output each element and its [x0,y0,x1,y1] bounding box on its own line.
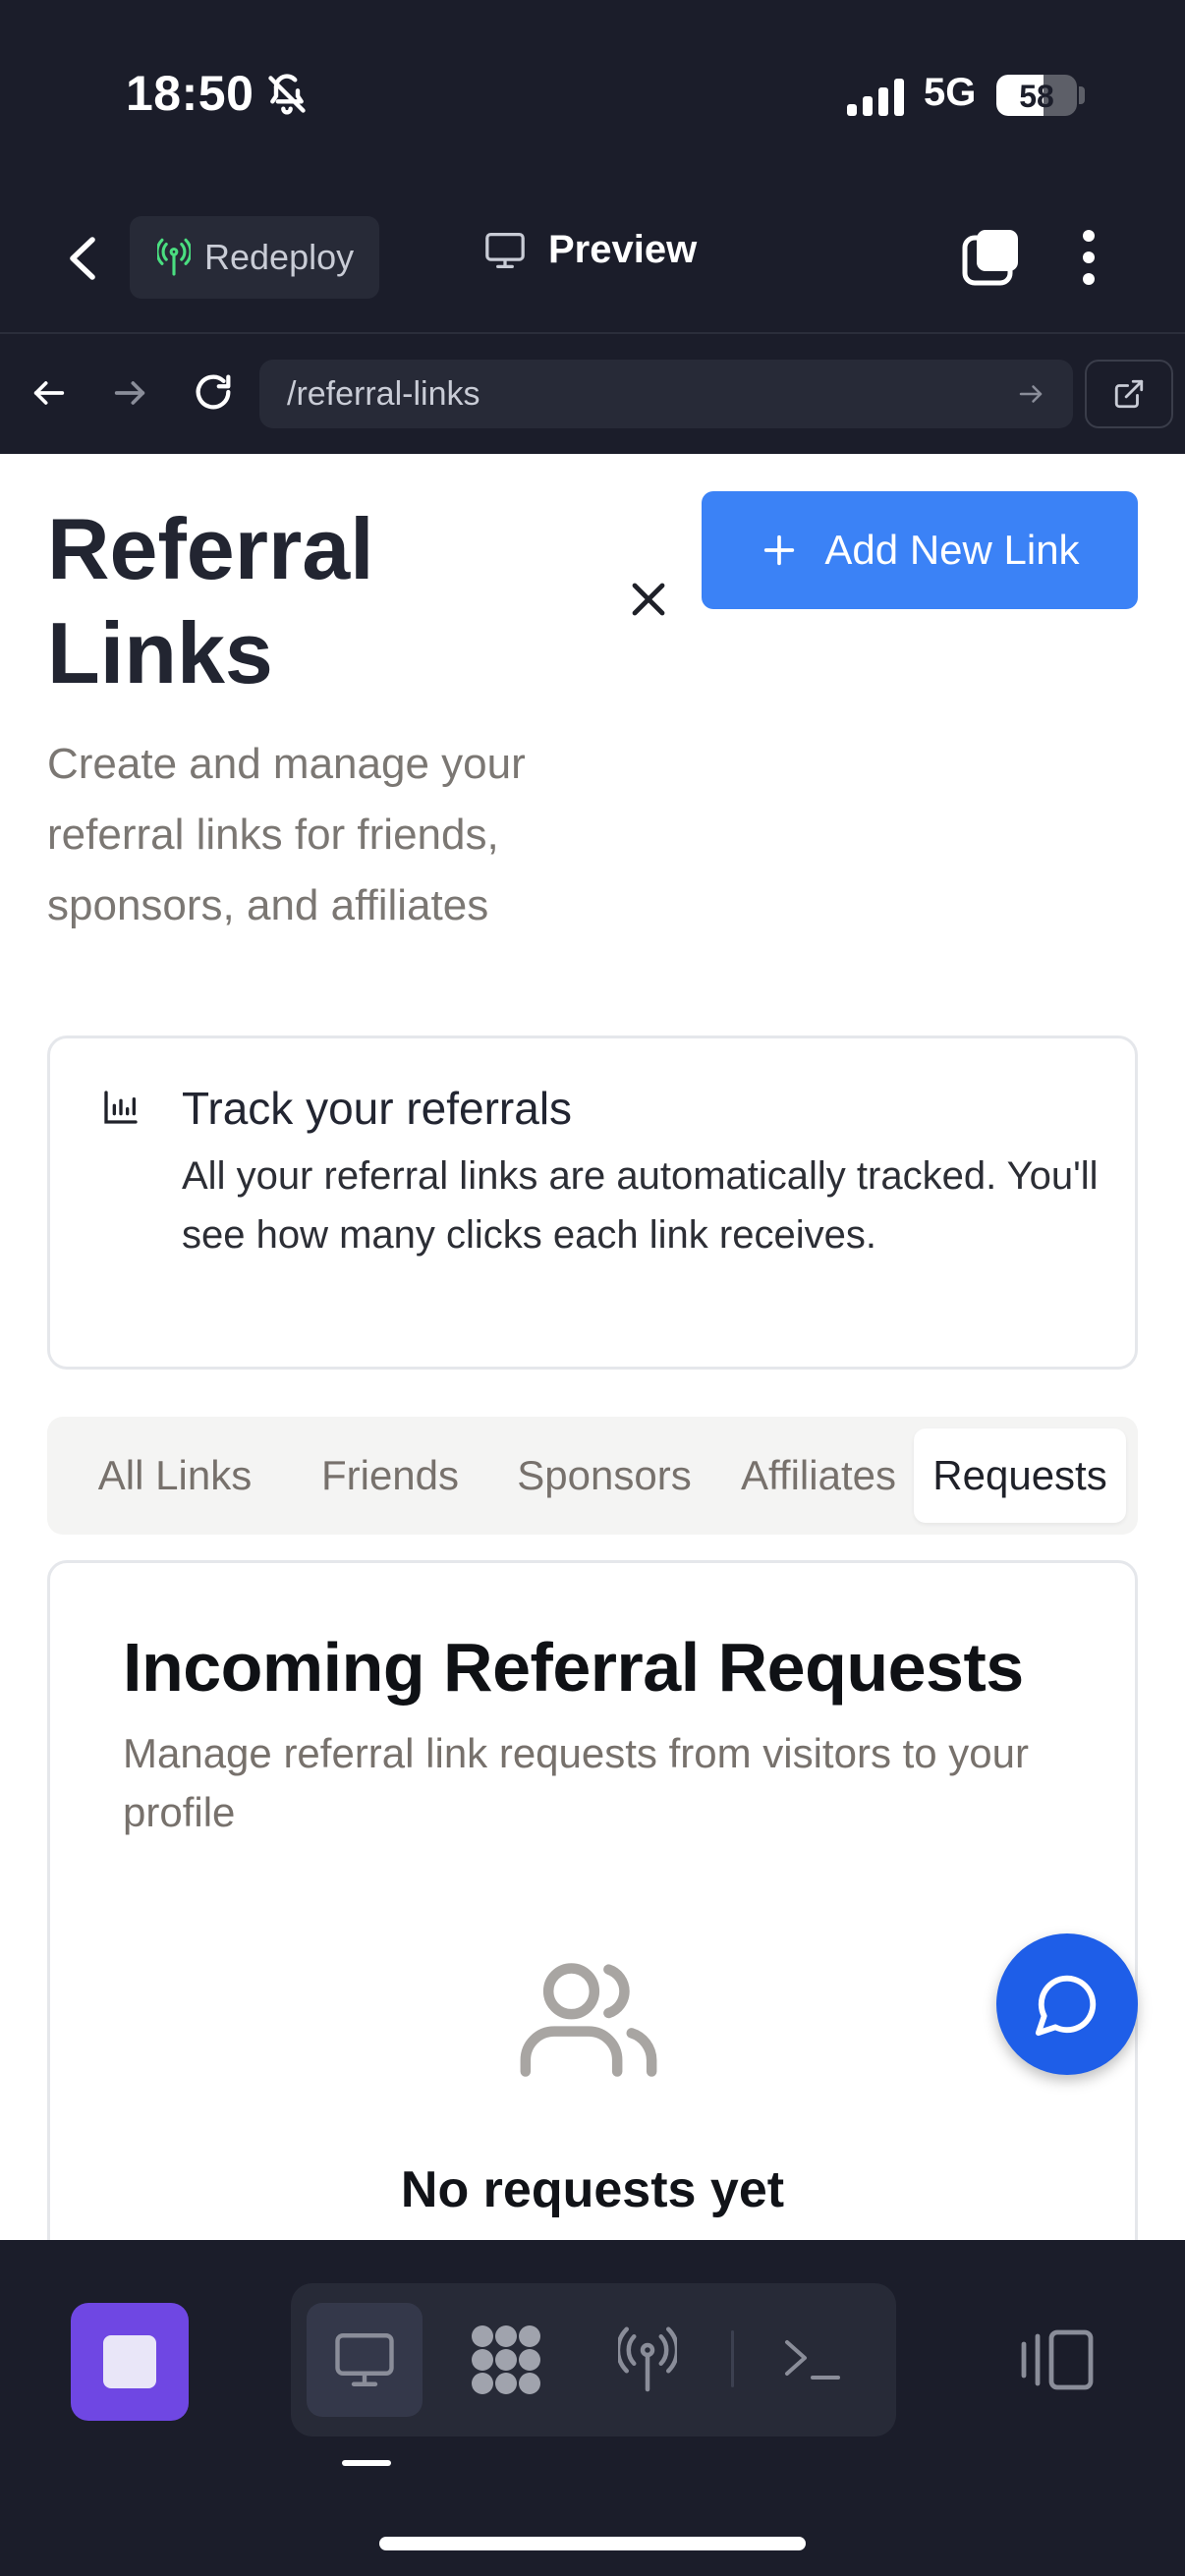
active-tool-indicator [342,2460,391,2466]
monitor-icon [332,2329,397,2390]
page-subtitle: Create and manage your referral links fo… [47,740,526,929]
deploy-tool-button[interactable] [590,2303,705,2417]
page-title: Referral Links [47,500,374,701]
preview-tool-button[interactable] [307,2303,423,2417]
tabs-icon[interactable] [961,228,1022,287]
reload-icon[interactable] [191,369,236,415]
chevron-left-icon[interactable] [63,234,102,283]
track-description: All your referral links are automaticall… [182,1154,1099,1257]
users-icon [520,1956,657,2084]
url-input[interactable]: /referral-links [259,360,1073,428]
network-nodes-icon [467,2323,545,2397]
terminal-icon [781,2333,844,2386]
add-new-link-label: Add New Link [824,527,1080,573]
track-referrals-card: Track your referrals All your referral l… [47,1036,1138,1370]
antenna-icon [618,2324,677,2396]
monitor-icon [483,231,527,270]
external-link-icon [1112,377,1146,411]
battery-nub [1079,86,1085,104]
close-icon[interactable] [625,576,672,623]
antenna-icon [157,238,191,277]
tab-all-links[interactable]: All Links [47,1417,303,1535]
tab-requests[interactable]: Requests [914,1428,1126,1523]
tab-affiliates[interactable]: Affiliates [725,1417,912,1535]
track-title: Track your referrals [182,1083,573,1134]
console-tool-button[interactable] [755,2303,871,2417]
link-category-tabs: All Links Friends Sponsors Affiliates Re… [47,1417,1138,1535]
network-type: 5G [924,71,977,114]
preview-label: Preview [548,228,698,271]
bell-slash-icon [265,73,309,116]
status-time: 18:50 [126,66,254,121]
bar-chart-icon [101,1088,141,1127]
redeploy-label: Redeploy [204,237,355,277]
split-view-icon[interactable] [1016,2328,1095,2391]
arrow-left-icon[interactable] [29,373,69,413]
battery-indicator: 58 [996,75,1077,116]
tab-sponsors[interactable]: Sponsors [501,1417,707,1535]
chat-button[interactable] [996,1933,1138,2075]
tab-friends[interactable]: Friends [297,1417,483,1535]
battery-level: 58 [1019,79,1054,114]
requests-subtitle: Manage referral link requests from visit… [123,1730,1030,1835]
preview-tab[interactable]: Preview [483,228,697,272]
go-arrow-icon[interactable] [1016,379,1045,409]
redeploy-button[interactable]: Redeploy [130,216,379,299]
stop-button[interactable] [71,2303,189,2421]
requests-title: Incoming Referral Requests [123,1629,1024,1706]
url-text: /referral-links [287,374,480,413]
signal-bars-icon [847,79,906,116]
kebab-icon[interactable] [1081,228,1097,287]
integrations-tool-button[interactable] [448,2303,564,2417]
chat-bubble-icon [1033,1970,1101,2039]
empty-state-title: No requests yet [400,2161,785,2218]
requests-card: Incoming Referral Requests Manage referr… [47,1560,1138,2240]
plus-icon [760,531,799,570]
home-indicator[interactable] [379,2537,806,2550]
tool-switcher [291,2283,896,2436]
toolbar-divider [731,2330,734,2387]
stop-icon [103,2335,156,2388]
arrow-right-icon[interactable] [110,373,149,413]
open-external-button[interactable] [1085,360,1173,428]
add-new-link-button[interactable]: Add New Link [702,491,1138,609]
